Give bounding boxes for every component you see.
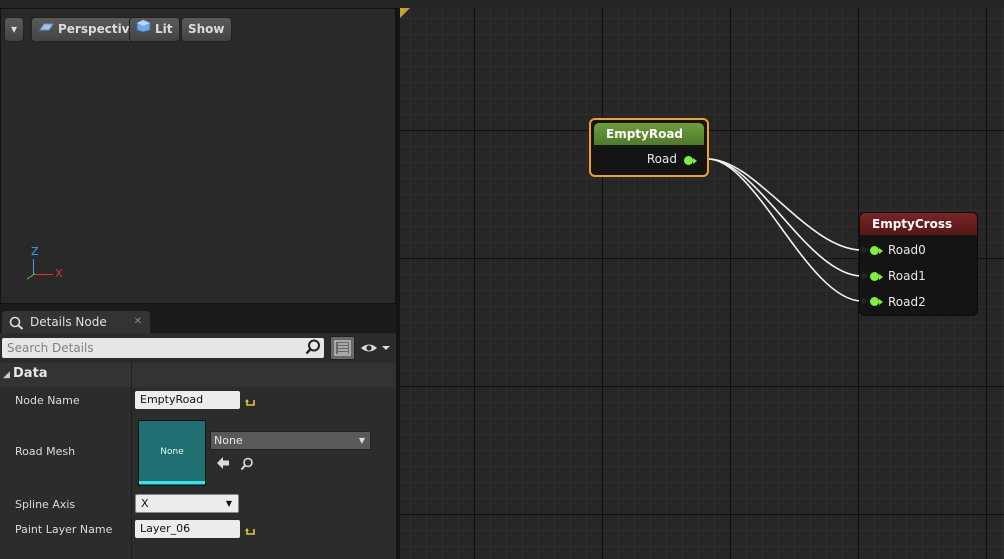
lit-sphere-icon <box>136 18 151 41</box>
road-mesh-label: Road Mesh <box>15 445 76 458</box>
details-tab-bar: Details Node ✕ <box>0 308 396 333</box>
search-placeholder: Search Details <box>7 341 94 355</box>
input-pin-road2[interactable] <box>870 297 879 306</box>
output-pin-road[interactable] <box>684 156 693 165</box>
road-mesh-combo-value: None <box>214 434 243 447</box>
input-pin-road0[interactable] <box>870 246 879 255</box>
category-title: Data <box>13 366 48 381</box>
reset-arrow-icon[interactable] <box>245 523 257 535</box>
axis-x-line <box>34 274 53 275</box>
lit-label: Lit <box>155 22 173 36</box>
spline-axis-value: X <box>141 497 149 510</box>
wire-road-to-road2 <box>707 158 863 302</box>
show-button[interactable]: Show <box>181 17 232 42</box>
search-icon[interactable] <box>305 339 321 361</box>
details-panel: Details Node ✕ Search Details ◢ Data Nod… <box>0 308 396 559</box>
input-pin-label-road2: Road2 <box>888 295 926 309</box>
road-mesh-combo[interactable]: None ▼ <box>210 431 371 450</box>
chevron-down-icon: ▼ <box>225 499 232 508</box>
column-splitter[interactable] <box>131 363 132 559</box>
axis-y-line <box>26 273 36 280</box>
graph-node-empty-road[interactable]: EmptyRoad Road <box>589 118 709 177</box>
collapse-arrow-icon: ◢ <box>3 370 10 380</box>
lit-button[interactable]: Lit <box>129 17 180 42</box>
view-options-button[interactable] <box>359 340 393 356</box>
viewport-panel[interactable]: ▾ Perspective Lit Show Z X <box>0 8 396 304</box>
use-selected-arrow-icon[interactable] <box>216 455 230 474</box>
wire-road-to-road1 <box>707 158 863 277</box>
reset-arrow-icon[interactable] <box>245 394 257 406</box>
axis-z-label: Z <box>31 245 39 258</box>
perspective-cube-icon <box>38 18 54 41</box>
wire-road-to-road0 <box>707 158 863 251</box>
paint-layer-label: Paint Layer Name <box>15 523 113 536</box>
pin-arrow-icon <box>879 299 883 305</box>
viewport-options-button[interactable]: ▾ <box>4 17 24 42</box>
node-name-label: Node Name <box>15 394 80 407</box>
list-view-icon <box>334 340 351 356</box>
output-pin-label: Road <box>646 152 677 166</box>
spline-axis-select[interactable]: X ▼ <box>135 494 239 513</box>
input-pin-label-road0: Road0 <box>888 243 926 257</box>
input-pin-road1[interactable] <box>870 272 879 281</box>
axis-x-label: X <box>55 267 63 280</box>
graph-node-empty-cross[interactable]: EmptyCross Road0 Road1 Road2 <box>859 212 978 316</box>
tab-details-node[interactable]: Details Node ✕ <box>2 311 150 333</box>
category-data[interactable]: ◢ Data <box>0 363 396 387</box>
chevron-down-icon: ▼ <box>358 436 365 445</box>
browse-magnifier-icon[interactable] <box>240 456 254 475</box>
top-strip <box>0 0 1004 8</box>
tab-title: Details Node <box>30 315 107 329</box>
paint-layer-field[interactable]: Layer_06 <box>135 520 240 538</box>
chevron-down-icon: ▾ <box>10 22 18 36</box>
perspective-label: Perspective <box>58 22 138 36</box>
node-graph-canvas[interactable]: EmptyRoad Road EmptyCross Road0 Road1 Ro… <box>400 8 1004 559</box>
close-icon[interactable]: ✕ <box>134 311 142 333</box>
details-search-row: Search Details <box>0 333 396 363</box>
eye-icon <box>361 344 390 352</box>
property-matrix-button[interactable] <box>330 336 355 360</box>
search-input[interactable]: Search Details <box>2 338 324 358</box>
node-title-empty-cross: EmptyCross <box>860 213 977 235</box>
pin-arrow-icon <box>879 274 883 280</box>
thumbnail-accent-bar <box>139 481 205 484</box>
pin-arrow-icon <box>693 158 697 164</box>
show-label: Show <box>188 22 225 36</box>
pin-arrow-icon <box>879 248 883 254</box>
input-pin-label-road1: Road1 <box>888 269 926 283</box>
node-name-field[interactable]: EmptyRoad <box>135 391 240 409</box>
node-title-empty-road: EmptyRoad <box>594 123 704 145</box>
perspective-button[interactable]: Perspective <box>31 17 145 42</box>
spline-axis-label: Spline Axis <box>15 498 76 511</box>
road-mesh-thumbnail[interactable]: None <box>138 420 206 486</box>
axis-z-line <box>33 259 34 274</box>
